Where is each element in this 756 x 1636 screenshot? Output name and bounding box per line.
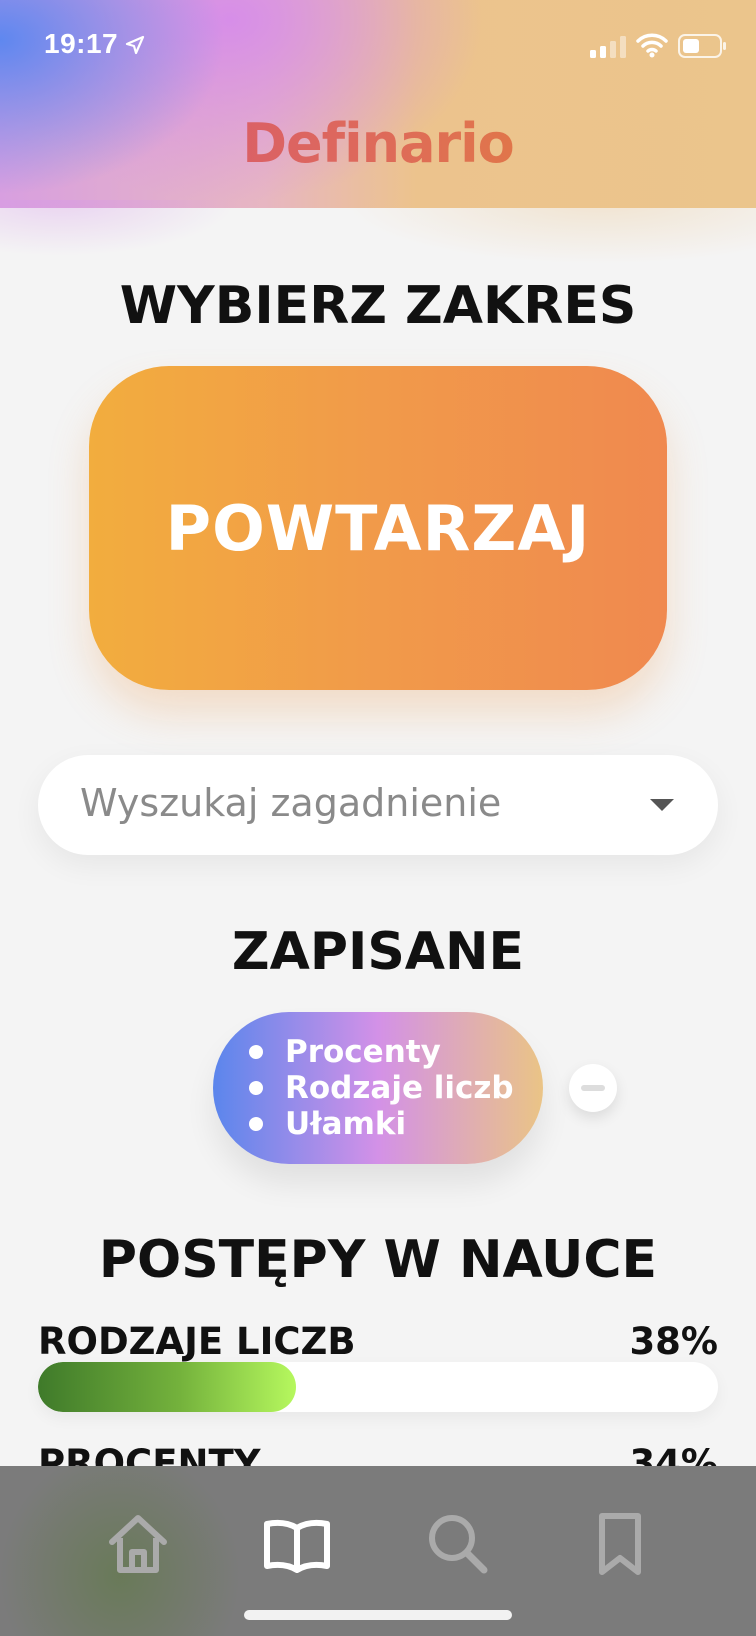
app-header: 19:17 Definario xyxy=(0,0,756,208)
search-dropdown[interactable]: Wyszukaj zagadnienie xyxy=(38,755,718,855)
status-time: 19:17 xyxy=(44,28,119,59)
search-icon[interactable] xyxy=(418,1504,498,1584)
bullet-dot xyxy=(249,1045,263,1059)
bullet-dot xyxy=(249,1117,263,1131)
chevron-down-icon xyxy=(650,799,674,811)
progress-label: RODZAJE LICZB xyxy=(38,1320,356,1363)
app-title: Definario xyxy=(0,112,756,175)
cellular-signal-icon xyxy=(590,36,626,58)
saved-item: Ułamki xyxy=(245,1106,514,1142)
book-icon[interactable] xyxy=(257,1504,337,1584)
minus-icon xyxy=(581,1085,605,1091)
range-title: WYBIERZ ZAKRES xyxy=(119,276,637,336)
wifi-icon xyxy=(636,33,668,58)
remove-saved-button[interactable] xyxy=(569,1064,617,1112)
saved-list: Procenty Rodzaje liczb Ułamki xyxy=(245,1034,514,1142)
progress-title: POSTĘPY W NAUCE xyxy=(98,1230,658,1290)
location-arrow-icon xyxy=(125,35,145,55)
bullet-dot xyxy=(249,1081,263,1095)
repeat-button[interactable]: POWTARZAJ xyxy=(89,366,667,690)
home-icon[interactable] xyxy=(98,1504,178,1584)
progress-fill xyxy=(38,1362,297,1412)
repeat-button-label: POWTARZAJ xyxy=(165,491,591,565)
battery-icon xyxy=(678,34,726,58)
saved-item-label: Ułamki xyxy=(285,1106,407,1142)
progress-value: 38% xyxy=(629,1320,718,1363)
saved-item: Rodzaje liczb xyxy=(245,1070,514,1106)
status-bar: 19:17 xyxy=(0,0,756,90)
saved-item-label: Rodzaje liczb xyxy=(285,1070,514,1106)
search-placeholder: Wyszukaj zagadnienie xyxy=(80,781,502,825)
saved-topics-card[interactable]: Procenty Rodzaje liczb Ułamki xyxy=(213,1012,543,1164)
saved-item: Procenty xyxy=(245,1034,514,1070)
saved-item-label: Procenty xyxy=(285,1034,441,1070)
progress-track xyxy=(38,1362,718,1412)
home-indicator[interactable] xyxy=(244,1610,512,1620)
bookmark-icon[interactable] xyxy=(580,1504,660,1584)
saved-title: ZAPISANE xyxy=(231,922,525,982)
